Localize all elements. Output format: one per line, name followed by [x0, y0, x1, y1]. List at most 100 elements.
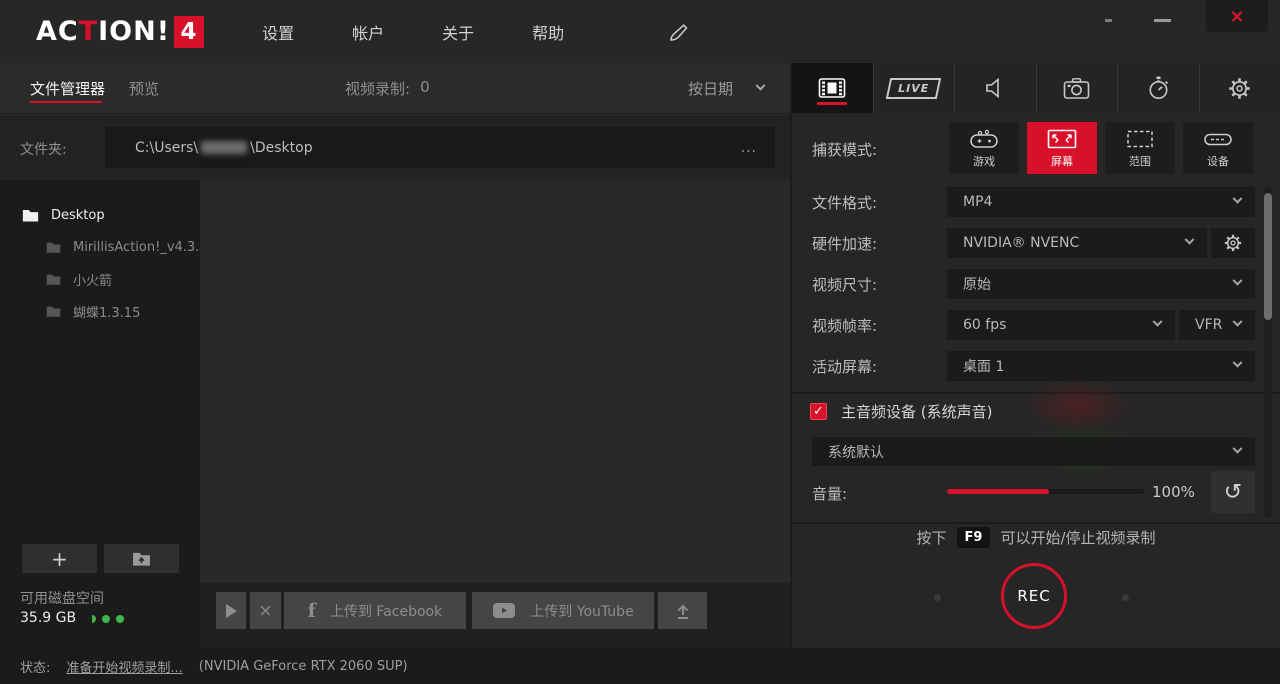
- capture-mode-label: 捕获模式:: [812, 139, 877, 160]
- vfr-dropdown[interactable]: VFR: [1179, 310, 1255, 340]
- volume-slider[interactable]: [947, 489, 1144, 494]
- tab-settings[interactable]: [1200, 63, 1280, 113]
- capture-mode-screen[interactable]: 屏幕: [1027, 122, 1097, 174]
- primary-audio-checkbox[interactable]: ✓: [810, 403, 827, 420]
- status-label: 状态:: [20, 657, 50, 676]
- menu-item-account[interactable]: 帐户: [352, 20, 384, 44]
- tree-item-folder[interactable]: MirillisAction!_v4.3.1...: [0, 231, 200, 263]
- folder-icon: [46, 241, 61, 254]
- file-format-dropdown[interactable]: MP4: [947, 187, 1255, 217]
- hardware-accel-dropdown[interactable]: NVIDIA® NVENC: [947, 228, 1207, 258]
- status-text: 准备开始视频录制...: [66, 657, 182, 676]
- divider: [792, 522, 1280, 524]
- file-manager-header: 文件管理器 预览 视频录制: 0 按日期: [0, 63, 790, 114]
- setting-row-video-size: 视频尺寸: 原始: [792, 267, 1280, 308]
- device-icon: [1201, 128, 1235, 150]
- setting-row-active-screen: 活动屏幕: 桌面 1: [792, 349, 1280, 390]
- disk-space-label: 可用磁盘空间: [20, 590, 124, 609]
- disk-space-info: 可用磁盘空间 35.9 GB: [20, 590, 124, 628]
- volume-label: 音量:: [812, 483, 847, 504]
- folder-icon: [46, 305, 61, 318]
- titlebar: ACTION! 4 设置 帐户 关于 帮助 ×: [0, 0, 1280, 63]
- capture-mode-region[interactable]: 范围: [1105, 122, 1175, 174]
- browse-button[interactable]: ...: [741, 140, 757, 156]
- primary-audio-row: ✓ 主音频设备 (系统声音): [810, 401, 992, 422]
- disk-space-value: 35.9 GB: [20, 609, 76, 628]
- encoder-settings-button[interactable]: [1211, 228, 1255, 258]
- setting-row-hardware-accel: 硬件加速: NVIDIA® NVENC: [792, 226, 1280, 267]
- menu-item-about[interactable]: 关于: [442, 20, 474, 44]
- upload-button[interactable]: [658, 592, 707, 629]
- capture-mode-device[interactable]: 设备: [1183, 122, 1253, 174]
- tray-icon[interactable]: [1105, 19, 1112, 22]
- tab-benchmark-timer[interactable]: [1118, 63, 1200, 113]
- rec-button[interactable]: REC: [1001, 563, 1067, 629]
- pen-icon[interactable]: [668, 21, 690, 43]
- tree-item-desktop[interactable]: Desktop: [0, 199, 200, 231]
- tab-live-streaming[interactable]: LIVE: [874, 63, 956, 113]
- disk-indicator-dot: [116, 615, 124, 623]
- recordings-list-area: × f 上传到 Facebook 上传到 YouTube: [200, 180, 790, 648]
- tab-preview[interactable]: 预览: [129, 78, 159, 99]
- plus-icon: +: [51, 549, 68, 569]
- play-icon: [226, 604, 237, 618]
- tab-video-recording[interactable]: [792, 63, 874, 113]
- tree-item-folder[interactable]: 蝴蝶1.3.15: [0, 295, 200, 327]
- menu-item-help[interactable]: 帮助: [532, 20, 564, 44]
- speaker-icon: [983, 76, 1007, 100]
- delete-button[interactable]: ×: [250, 592, 281, 629]
- check-icon: ✓: [813, 403, 824, 420]
- decorative-dot: [1122, 594, 1129, 601]
- sort-dropdown[interactable]: 按日期: [688, 78, 764, 99]
- close-button[interactable]: ×: [1206, 0, 1268, 32]
- disk-indicator-dot: [92, 615, 96, 623]
- delete-icon: ×: [258, 601, 272, 621]
- scrollbar-thumb[interactable]: [1264, 193, 1272, 320]
- hotkey-keycap: F9: [957, 527, 991, 548]
- play-button[interactable]: [216, 592, 246, 629]
- window-controls: ×: [1105, 0, 1280, 34]
- chevron-down-icon: [1153, 317, 1163, 327]
- volume-value: 100%: [1152, 483, 1195, 501]
- gear-icon: [1227, 76, 1252, 101]
- divider: [792, 392, 1280, 394]
- open-folder-button[interactable]: [104, 544, 179, 573]
- film-icon: [818, 76, 846, 100]
- redacted-username: [201, 141, 247, 154]
- region-icon: [1123, 128, 1157, 150]
- hotkey-hint: 按下 F9 可以开始/停止视频录制: [792, 527, 1280, 548]
- tab-screenshot[interactable]: [1037, 63, 1119, 113]
- upload-youtube-button[interactable]: 上传到 YouTube: [472, 592, 654, 629]
- upload-icon: [673, 601, 693, 621]
- tab-audio-recording[interactable]: [955, 63, 1037, 113]
- main-menu: 设置 帐户 关于 帮助: [262, 20, 690, 44]
- status-bar: 状态: 准备开始视频录制... (NVIDIA GeForce RTX 2060…: [0, 648, 1280, 684]
- folder-label: 文件夹:: [20, 139, 67, 159]
- chevron-down-icon: [1233, 444, 1243, 454]
- minimize-icon[interactable]: [1154, 19, 1171, 22]
- add-folder-button[interactable]: +: [22, 544, 97, 573]
- active-screen-dropdown[interactable]: 桌面 1: [947, 351, 1255, 381]
- audio-device-dropdown[interactable]: 系统默认: [812, 437, 1255, 466]
- live-icon: LIVE: [886, 78, 942, 99]
- chevron-down-icon: [1233, 194, 1243, 204]
- path-prefix: C:\Users\: [135, 140, 198, 156]
- capture-tabs: LIVE: [792, 63, 1280, 113]
- primary-audio-label: 主音频设备 (系统声音): [841, 401, 992, 422]
- video-size-dropdown[interactable]: 原始: [947, 269, 1255, 299]
- recordings-toolbar: × f 上传到 Facebook 上传到 YouTube: [200, 583, 790, 648]
- menu-item-settings[interactable]: 设置: [262, 20, 294, 44]
- settings-scrollbar[interactable]: [1264, 187, 1272, 518]
- gamepad-icon: [967, 128, 1001, 150]
- volume-reset-button[interactable]: ↺: [1211, 471, 1255, 513]
- tab-file-manager[interactable]: 文件管理器: [30, 78, 105, 99]
- active-tab-underline: [30, 101, 102, 103]
- folder-path-input[interactable]: C:\Users\ \Desktop ...: [105, 127, 775, 168]
- upload-facebook-button[interactable]: f 上传到 Facebook: [284, 592, 466, 629]
- framerate-dropdown[interactable]: 60 fps: [947, 310, 1175, 340]
- tree-item-folder[interactable]: 小火箭: [0, 263, 200, 295]
- tree-actions: +: [22, 544, 179, 573]
- chevron-down-icon: [1233, 276, 1243, 286]
- close-icon: ×: [1229, 6, 1244, 27]
- capture-mode-game[interactable]: 游戏: [949, 122, 1019, 174]
